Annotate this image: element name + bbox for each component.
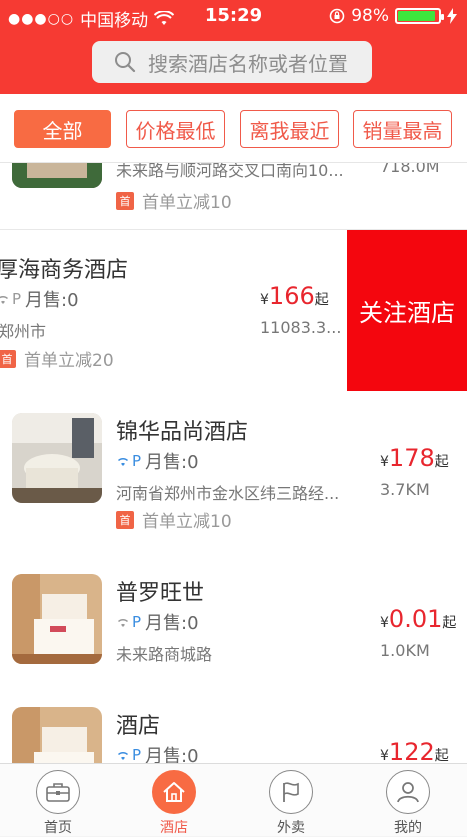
hotel-price: ¥178起 (380, 444, 449, 472)
hotel-promo-text: 首单立减20 (24, 351, 114, 371)
search-input[interactable]: 搜索酒店名称或者位置 (92, 41, 372, 83)
hotel-address: 郑州市 (0, 322, 47, 341)
tab-profile[interactable]: 我的 (350, 764, 466, 836)
hotel-distance: 11083.3... (260, 318, 342, 337)
hotel-address: 未来路与顺河路交叉口南向10... (116, 163, 344, 180)
search-placeholder: 搜索酒店名称或者位置 (148, 51, 348, 76)
hotel-list-item[interactable]: 锦华品尚酒店 P 月售:0 河南省郑州市金水区纬三路经... ¥178起 3.7… (0, 391, 467, 553)
hotel-thumbnail (12, 574, 102, 664)
hotel-name: 锦华品尚酒店 (116, 420, 249, 445)
amenity-icons: P (116, 746, 141, 763)
follow-hotel-button[interactable]: 关注酒店 (347, 230, 467, 391)
hotel-name: 酒店 (116, 714, 161, 739)
battery-icon (395, 8, 444, 24)
filter-all-button[interactable]: 全部 (14, 110, 111, 148)
hotel-list[interactable]: 未来路与顺河路交叉口南向10... 718.0M 首 首单立减10 厚海商务酒店… (0, 163, 467, 763)
hotel-price: ¥122起 (380, 738, 449, 763)
tab-profile-label: 我的 (394, 820, 422, 836)
tab-hotel[interactable]: 酒店 (116, 764, 232, 836)
promo-tag-icon: 首 (116, 510, 134, 529)
promo-tag-icon: 首 (116, 191, 134, 210)
tab-takeout-label: 外卖 (277, 820, 305, 836)
hotel-promo: 首 首单立减10 (116, 507, 232, 532)
wifi-icon (117, 458, 129, 466)
filter-bar: 全部 价格最低 离我最近 销量最高 (0, 94, 467, 163)
parking-icon: P (132, 746, 142, 763)
status-bar: ●●●○○ 中国移动 15:29 98% (0, 0, 467, 32)
hotel-promo-text: 首单立减10 (142, 193, 232, 213)
hotel-list-item[interactable]: 未来路与顺河路交叉口南向10... 718.0M 首 首单立减10 (0, 163, 467, 230)
hotel-sales: P 月售:0 (116, 742, 199, 763)
hotel-thumbnail (12, 707, 102, 763)
filter-lowest-price-button[interactable]: 价格最低 (126, 110, 225, 148)
user-icon (386, 770, 430, 814)
hotel-distance: 3.7KM (380, 480, 430, 499)
parking-icon: P (132, 613, 142, 631)
hotel-distance: 718.0M (380, 163, 440, 176)
hotel-address: 河南省郑州市金水区纬三路经... (116, 484, 340, 503)
hotel-promo: 首 首单立减10 (116, 188, 232, 213)
flag-icon (269, 770, 313, 814)
hotel-list-item[interactable]: 酒店 P 月售:0 ¥122起 (0, 685, 467, 763)
search-icon (115, 52, 136, 73)
wifi-icon (117, 752, 129, 760)
hotel-thumbnail (12, 163, 102, 188)
amenity-icons: P (116, 613, 141, 631)
hotel-sales: P 月售:0 (0, 286, 79, 312)
tab-bar: 首页 酒店 外卖 我的 (0, 763, 467, 836)
tab-home-label: 首页 (44, 820, 72, 836)
tab-home[interactable]: 首页 (0, 764, 116, 836)
hotel-list-item[interactable]: 普罗旺世 P 月售:0 未来路商城路 ¥0.01起 1.0KM (0, 552, 467, 686)
battery-percent: 98% (351, 6, 389, 26)
filter-best-selling-button[interactable]: 销量最高 (353, 110, 452, 148)
home-icon (152, 770, 196, 814)
parking-icon: P (12, 290, 22, 308)
hotel-address: 未来路商城路 (116, 645, 213, 664)
tab-hotel-label: 酒店 (160, 820, 188, 836)
hotel-price: ¥166起 (260, 282, 329, 310)
tab-takeout[interactable]: 外卖 (233, 764, 349, 836)
wifi-icon (117, 619, 129, 627)
hotel-name: 普罗旺世 (116, 581, 205, 606)
hotel-thumbnail (12, 413, 102, 503)
hotel-promo-text: 首单立减10 (142, 512, 232, 532)
hotel-price: ¥0.01起 (380, 605, 457, 633)
rotation-lock-icon (329, 8, 345, 24)
hotel-sales: P 月售:0 (116, 609, 199, 635)
hotel-distance: 1.0KM (380, 641, 430, 660)
promo-tag-icon: 首 (0, 349, 16, 368)
hotel-sales: P 月售:0 (116, 448, 199, 474)
wifi-icon (0, 296, 9, 304)
hotel-promo: 首 首单立减20 (0, 346, 114, 371)
briefcase-icon (36, 770, 80, 814)
hotel-name: 厚海商务酒店 (0, 258, 129, 283)
filter-nearest-button[interactable]: 离我最近 (240, 110, 339, 148)
header: 搜索酒店名称或者位置 (0, 32, 467, 94)
amenity-icons: P (0, 290, 21, 308)
charging-icon (447, 8, 457, 24)
parking-icon: P (132, 452, 142, 470)
amenity-icons: P (116, 452, 141, 470)
